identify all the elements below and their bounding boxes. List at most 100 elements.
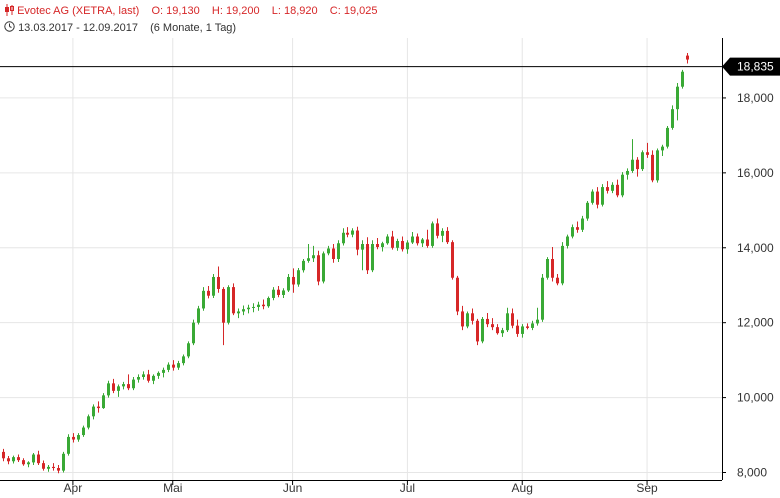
candle-body bbox=[586, 202, 589, 219]
candle-body bbox=[147, 374, 150, 381]
candle-body bbox=[292, 276, 295, 285]
candle-body bbox=[207, 290, 210, 296]
candle-body bbox=[227, 287, 230, 323]
y-tick-label: 18,000 bbox=[737, 91, 774, 105]
candle-body bbox=[317, 255, 320, 282]
candle-body bbox=[192, 322, 195, 344]
candle-body bbox=[97, 406, 100, 409]
candle-body bbox=[561, 245, 564, 284]
candle-body bbox=[576, 227, 579, 230]
candle-body bbox=[626, 170, 629, 175]
candle-body bbox=[366, 244, 369, 271]
x-tick-label: Jul bbox=[400, 481, 415, 495]
candle-body bbox=[287, 276, 290, 291]
candle-body bbox=[327, 248, 330, 254]
y-tick-label: 12,000 bbox=[737, 316, 774, 330]
candle-body bbox=[506, 313, 509, 331]
candle-body bbox=[416, 236, 419, 244]
candle-body bbox=[237, 311, 240, 314]
candle-body bbox=[232, 287, 235, 314]
candle-body bbox=[157, 372, 160, 376]
candle-body bbox=[466, 313, 469, 327]
candle-body bbox=[132, 379, 135, 389]
candle-body bbox=[496, 327, 499, 334]
candle-body bbox=[621, 174, 624, 196]
candle-body bbox=[376, 244, 379, 248]
candle-body bbox=[656, 150, 659, 181]
candle-body bbox=[72, 436, 75, 440]
candle-body bbox=[12, 457, 15, 462]
candle-body bbox=[242, 309, 245, 312]
grid bbox=[0, 38, 722, 480]
y-tick-label: 16,000 bbox=[737, 166, 774, 180]
candle-body bbox=[646, 152, 649, 155]
candle-body bbox=[676, 86, 679, 110]
candle-body bbox=[302, 260, 305, 271]
candle-body bbox=[601, 187, 604, 205]
candle-body bbox=[391, 236, 394, 248]
candle-body bbox=[641, 152, 644, 170]
candle-body bbox=[117, 386, 120, 391]
candle-body bbox=[32, 454, 35, 463]
candle-body bbox=[272, 289, 275, 298]
candle-body bbox=[297, 270, 300, 285]
candle-body bbox=[182, 356, 185, 364]
y-tick-label: 8,000 bbox=[737, 466, 767, 480]
candle-body bbox=[666, 127, 669, 147]
candle-body bbox=[77, 435, 80, 440]
candle-body bbox=[62, 453, 65, 471]
candle-body bbox=[411, 236, 414, 243]
candle-body bbox=[92, 406, 95, 417]
candle-body bbox=[606, 187, 609, 191]
candle-body bbox=[556, 277, 559, 284]
candle-body bbox=[67, 436, 70, 454]
candle-body bbox=[252, 306, 255, 308]
candle-body bbox=[526, 326, 529, 328]
candle-body bbox=[37, 454, 40, 464]
candle-body bbox=[282, 290, 285, 295]
candle-body bbox=[451, 242, 454, 278]
candle-body bbox=[541, 277, 544, 320]
candle-body bbox=[471, 313, 474, 321]
candle-body bbox=[82, 427, 85, 436]
x-tick-label: Apr bbox=[64, 481, 83, 495]
x-tick-label: Mai bbox=[163, 481, 182, 495]
candle-body bbox=[571, 227, 574, 237]
candle-body bbox=[581, 218, 584, 230]
candle-body bbox=[596, 191, 599, 205]
candle-body bbox=[27, 462, 30, 465]
candle-body bbox=[381, 243, 384, 248]
candle-body bbox=[536, 319, 539, 324]
candle-body bbox=[686, 55, 689, 60]
axes: 8,000 10,000 12,000 14,000 16,000 18,000 Apr Ma… bbox=[0, 38, 780, 495]
candles bbox=[2, 52, 689, 474]
candle-body bbox=[342, 232, 345, 244]
x-tick-label: Sep bbox=[636, 481, 658, 495]
candle-body bbox=[152, 375, 155, 381]
candle-body bbox=[361, 244, 364, 250]
candle-body bbox=[112, 383, 115, 391]
candle-body bbox=[436, 223, 439, 236]
candle-body bbox=[611, 184, 614, 191]
candle-body bbox=[351, 230, 354, 235]
candle-body bbox=[616, 184, 619, 196]
candle-body bbox=[636, 159, 639, 170]
candle-body bbox=[396, 241, 399, 248]
candlestick-chart: 8,000 10,000 12,000 14,000 16,000 18,000 Apr Ma… bbox=[0, 38, 780, 495]
candle-body bbox=[167, 364, 170, 370]
candle-body bbox=[107, 383, 110, 396]
candle-body bbox=[521, 326, 524, 334]
candle-body bbox=[591, 191, 594, 203]
last-value-label: 18,835 bbox=[737, 60, 774, 74]
candle-body bbox=[546, 259, 549, 278]
candle-body bbox=[337, 243, 340, 259]
candle-body bbox=[551, 259, 554, 278]
candle-body bbox=[2, 451, 5, 459]
candle-body bbox=[651, 154, 654, 181]
candle-body bbox=[122, 384, 125, 387]
candle-body bbox=[127, 384, 130, 389]
candle-body bbox=[456, 277, 459, 312]
candle-body bbox=[661, 146, 664, 151]
candle-body bbox=[22, 460, 25, 465]
candle-body bbox=[137, 376, 140, 380]
